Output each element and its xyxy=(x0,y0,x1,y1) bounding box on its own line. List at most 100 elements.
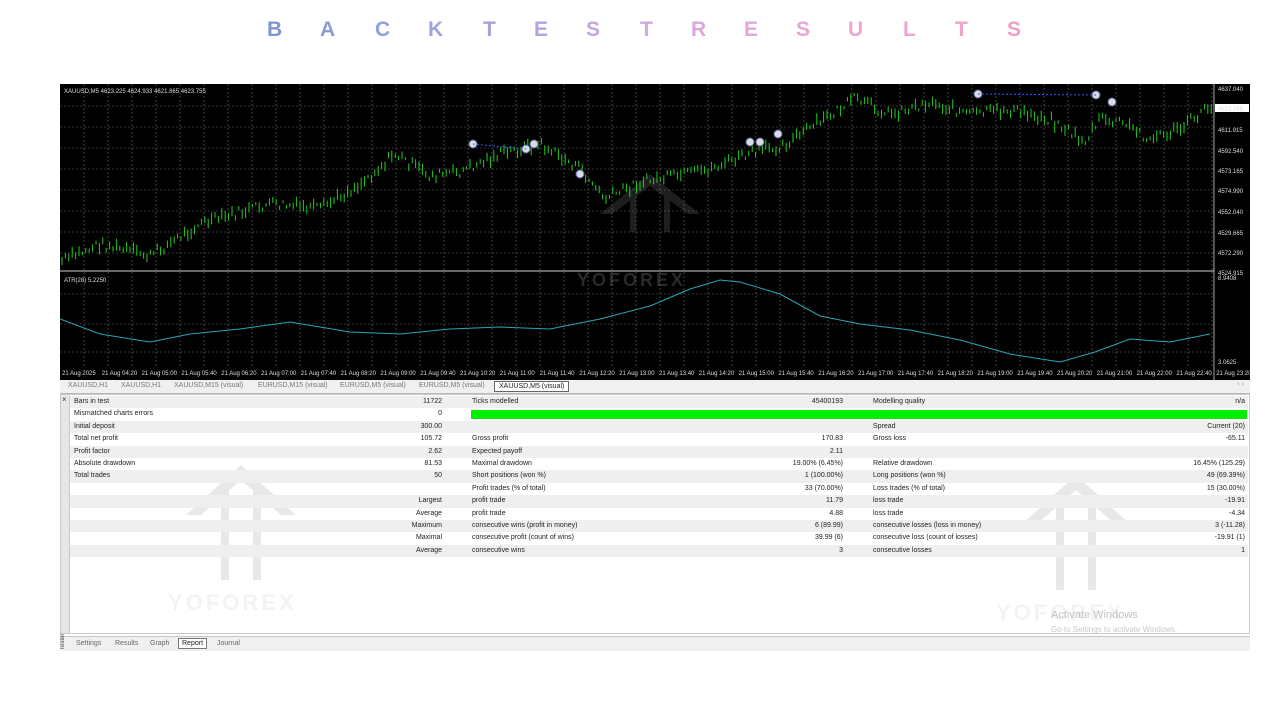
report-label: Gross loss xyxy=(873,435,907,443)
title-letter: S xyxy=(796,18,811,41)
title-letter: R xyxy=(691,18,707,41)
chart-tab[interactable]: EURUSD,M5 (visual) xyxy=(340,382,406,389)
trade-marker xyxy=(1107,97,1117,107)
chart-tabs: XAUUSD,H1 XAUUSD,H1 XAUUSD,M15 (visual) … xyxy=(60,380,1250,394)
report-row: Profit factor 2.62 Expected payoff 2.11 xyxy=(70,445,1248,458)
report-value: 11722 xyxy=(423,398,442,405)
report-value: 45400193 xyxy=(811,398,843,405)
report-row: Maximal consecutive profit (count of wins… xyxy=(70,532,1248,544)
title-letter: T xyxy=(955,18,968,41)
time-label: 21 Aug 15:40 xyxy=(778,371,814,377)
chart-canvas[interactable]: YOFOREX 4637.040 4623.755 4611.915 4592.540… xyxy=(60,84,1250,380)
trade-marker xyxy=(755,137,765,147)
report-label: loss trade xyxy=(873,509,904,517)
title-letter: S xyxy=(586,18,601,41)
chart-tab[interactable]: EURUSD,M15 (visual) xyxy=(258,382,328,389)
report-label: Maximal drawdown xyxy=(472,460,532,467)
report-label: Ticks modelled xyxy=(472,398,519,405)
tester-side-strip xyxy=(61,395,70,633)
price-label: 4623.755 xyxy=(1218,107,1244,113)
report-label: Bars in test xyxy=(74,398,110,405)
report-label: Relative drawdown xyxy=(873,460,933,467)
price-label: 4574.990 xyxy=(1218,189,1244,195)
time-label: 21 Aug 21:00 xyxy=(1097,371,1133,377)
report-label: Mismatched charts errors xyxy=(74,410,153,418)
price-label: 4611.915 xyxy=(1218,128,1243,134)
time-label: 21 Aug 09:40 xyxy=(420,371,456,377)
modelling-quality-bar xyxy=(471,410,1247,420)
tab-scroll-arrows[interactable]: ‹ › xyxy=(1237,381,1244,388)
chart-tab-active[interactable]: XAUUSD,M5 (visual) xyxy=(494,381,570,392)
tab-settings[interactable]: Settings xyxy=(76,640,101,647)
report-row: Total trades 50 Short positions (won %) 1 (… xyxy=(70,470,1248,483)
chart-header: XAUUSD,M5 4623.225 4624.933 4621.865 462… xyxy=(64,89,206,95)
time-label: 21 Aug 04:20 xyxy=(102,371,138,377)
report-value: 0 xyxy=(438,410,442,418)
title-letter: U xyxy=(848,18,864,41)
report-value: 15 (30.00%) xyxy=(1206,484,1245,492)
tab-report[interactable]: Report xyxy=(178,638,208,649)
report-label: Modelling quality xyxy=(873,398,926,405)
time-label: 21 Aug 23:20 xyxy=(1216,371,1250,377)
chart-tab[interactable]: XAUUSD,M15 (visual) xyxy=(174,382,243,389)
report-row: Initial deposit 300.00 Spread Current (20) xyxy=(70,420,1248,434)
report-value: 1 (100.00%) xyxy=(804,472,843,480)
report-sublabel: Average xyxy=(416,509,442,517)
chart-tab[interactable]: XAUUSD,H1 xyxy=(68,382,108,389)
time-label: 21 Aug 17:00 xyxy=(858,371,894,377)
price-label: 4572.290 xyxy=(1218,251,1244,257)
title-letter: S xyxy=(1007,18,1022,41)
report-label: Spread xyxy=(873,422,896,430)
tab-results[interactable]: Results xyxy=(115,640,138,647)
report-label: Long positions (won %) xyxy=(873,472,946,480)
chart-tab[interactable]: XAUUSD,H1 xyxy=(121,382,161,389)
report-label: Total net profit xyxy=(74,435,118,443)
title-letter: T xyxy=(640,18,653,41)
report-value: -19.91 xyxy=(1225,497,1245,505)
time-label: 21 Aug 16:20 xyxy=(818,371,854,377)
report-row: Absolute drawdown 81.53 Maximal drawdown 19… xyxy=(70,458,1248,470)
activate-windows-title: Activate Windows xyxy=(1051,609,1138,621)
title-letter: C xyxy=(375,18,391,41)
time-label: 21 Aug 11:00 xyxy=(500,371,536,377)
trade-marker xyxy=(773,129,783,139)
time-label: 21 Aug 18:20 xyxy=(938,371,974,377)
watermark-text: YOFOREX xyxy=(168,590,297,615)
report-value: 16.45% (125.29) xyxy=(1193,460,1245,467)
report-label: loss trade xyxy=(873,497,904,505)
close-icon[interactable]: × xyxy=(62,395,67,404)
report-value: 105.72 xyxy=(420,435,442,443)
time-label: 21 Aug 14:20 xyxy=(699,371,735,377)
report-label: Expected payoff xyxy=(472,447,523,455)
report-value: 6 (89.99) xyxy=(814,522,843,529)
time-label: 21 Aug 17:40 xyxy=(898,371,934,377)
time-label: 21 Aug 20:20 xyxy=(1057,371,1093,377)
report-row: Profit trades (% of total) 33 (70.00%) Los… xyxy=(70,483,1248,495)
time-label: 21 Aug 07:40 xyxy=(301,371,337,377)
report-value: n/a xyxy=(1235,398,1245,405)
time-label: 21 Aug 22:40 xyxy=(1176,371,1212,377)
time-label: 21 Aug 19:40 xyxy=(1017,371,1053,377)
tab-journal[interactable]: Journal xyxy=(217,640,240,647)
trade-marker xyxy=(529,139,539,149)
chart-tab[interactable]: EURUSD,M5 (visual) xyxy=(419,382,485,389)
tab-graph[interactable]: Graph xyxy=(150,640,169,647)
title-letter: E xyxy=(534,18,549,41)
report-label: Loss trades (% of total) xyxy=(873,484,945,492)
report-row: Average consecutive wins 3 consecutive loss… xyxy=(70,544,1248,558)
report-label: Gross profit xyxy=(472,435,509,443)
price-chart[interactable]: YOFOREX 4637.040 4623.755 4611.915 4592.540… xyxy=(60,84,1250,380)
tester-tabs: Settings Results Graph Report Journal xyxy=(60,636,1250,651)
report-row: Bars in test 11722 Ticks modelled 45400193 M… xyxy=(70,396,1248,409)
page-title: B A C K T E S T R E S U L T S xyxy=(0,18,1280,52)
report-row: Maximum consecutive wins (profit in money… xyxy=(70,520,1248,533)
report-value: 11.79 xyxy=(826,497,843,505)
time-label: 21 Aug 22:00 xyxy=(1137,371,1173,377)
report-value: -4.34 xyxy=(1229,509,1245,517)
report-label: consecutive wins xyxy=(472,546,525,554)
report-label: consecutive losses xyxy=(873,546,932,554)
time-label: 21 Aug 05:00 xyxy=(142,371,178,377)
price-label: 4637.040 xyxy=(1218,87,1244,93)
report-value: 3 xyxy=(839,546,843,554)
time-label: 21 Aug 06:20 xyxy=(221,371,257,377)
